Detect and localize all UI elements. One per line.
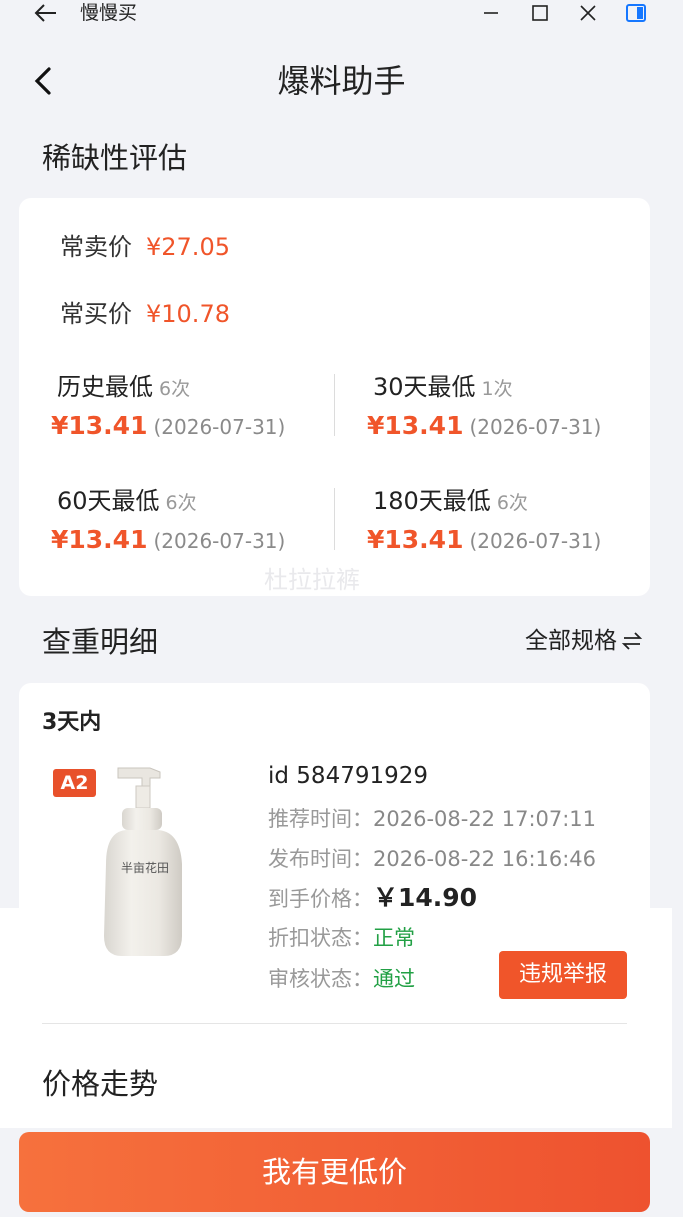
stat-count: 6次: [159, 378, 191, 400]
usual-buy-price-row: 常买价 ¥10.78: [60, 298, 230, 330]
stat-30day-low: 30天最低 1次: [373, 372, 513, 402]
stat-name: 30天最低: [373, 373, 476, 401]
discount-status-label: 折扣状态：: [268, 926, 373, 950]
stat-price: ¥13.41: [367, 411, 464, 440]
product-brand-label: 半亩花田: [120, 861, 169, 875]
stat-60day-low-price: ¥13.41 (2026-07-31): [51, 523, 285, 557]
minimize-icon: [484, 12, 498, 14]
window-back-button[interactable]: [34, 0, 58, 26]
stat-180day-low: 180天最低 6次: [373, 486, 528, 516]
sidebar-toggle-button[interactable]: [621, 0, 651, 26]
stat-30day-low-price: ¥13.41 (2026-07-31): [367, 409, 601, 443]
stat-180day-low-price: ¥13.41 (2026-07-31): [367, 523, 601, 557]
usual-sell-label: 常卖价: [60, 233, 132, 261]
arrow-left-icon: [34, 4, 56, 22]
stat-price: ¥13.41: [51, 411, 148, 440]
minimize-button[interactable]: [476, 0, 506, 26]
review-status-label: 审核状态：: [268, 967, 373, 991]
stat-name: 历史最低: [57, 373, 153, 401]
stat-name: 180天最低: [373, 487, 491, 515]
stat-date: (2026-07-31): [469, 415, 602, 439]
stat-divider: [334, 488, 335, 550]
publish-time-row: 发布时间：2026-08-22 16:16:46: [268, 845, 596, 873]
all-spec-button[interactable]: 全部规格: [525, 626, 643, 656]
publish-time-label: 发布时间：: [268, 847, 373, 871]
page-title: 爆料助手: [277, 62, 406, 100]
discount-status-row: 折扣状态：正常: [268, 924, 415, 952]
stat-divider: [334, 374, 335, 436]
stat-count: 6次: [165, 492, 197, 514]
section-divider: [42, 1023, 627, 1024]
nav-bar: 爆料助手: [0, 50, 683, 112]
stat-60day-low: 60天最低 6次: [57, 486, 197, 516]
discount-status-value: 正常: [373, 926, 415, 950]
price-trend-title: 价格走势: [42, 1067, 159, 1101]
maximize-icon: [532, 5, 548, 21]
lower-price-button[interactable]: 我有更低价: [19, 1132, 650, 1212]
grade-badge: A2: [53, 769, 96, 797]
stat-date: (2026-07-31): [469, 529, 602, 553]
report-violation-button[interactable]: 违规举报: [499, 951, 627, 999]
usual-sell-value: ¥27.05: [146, 233, 230, 261]
usual-buy-value: ¥10.78: [146, 300, 230, 328]
final-price-label: 到手价格：: [268, 887, 373, 911]
period-label: 3天内: [42, 710, 102, 735]
stat-price: ¥13.41: [367, 525, 464, 554]
publish-time-value: 2026-08-22 16:16:46: [373, 847, 597, 871]
sidebar-panel-icon: [626, 4, 646, 22]
window-title: 慢慢买: [80, 2, 138, 24]
stat-history-low: 历史最低 6次: [57, 372, 190, 402]
scarcity-section-title: 稀缺性评估: [42, 141, 188, 175]
close-icon: [580, 5, 596, 21]
product-image[interactable]: 半亩花田: [98, 764, 188, 960]
stat-count: 6次: [496, 492, 528, 514]
watermark-text: 杜拉拉裤: [264, 566, 360, 594]
recommend-time-label: 推荐时间：: [268, 807, 373, 831]
review-status-row: 审核状态：通过: [268, 965, 415, 993]
stat-history-low-price: ¥13.41 (2026-07-31): [51, 409, 285, 443]
stat-name: 60天最低: [57, 487, 160, 515]
review-status-value: 通过: [373, 967, 415, 991]
usual-buy-label: 常买价: [60, 300, 132, 328]
duplicate-section-title: 查重明细: [42, 625, 159, 659]
stat-date: (2026-07-31): [153, 529, 286, 553]
final-price-value: ￥14.90: [373, 883, 478, 912]
all-spec-label: 全部规格: [525, 628, 617, 654]
stat-count: 1次: [481, 378, 513, 400]
usual-sell-price-row: 常卖价 ¥27.05: [60, 231, 230, 263]
recommend-time-value: 2026-08-22 17:07:11: [373, 807, 597, 831]
item-id: id 584791929: [268, 763, 429, 789]
maximize-button[interactable]: [525, 0, 555, 26]
swap-arrows-icon: [621, 632, 643, 650]
stat-date: (2026-07-31): [153, 415, 286, 439]
stat-price: ¥13.41: [51, 525, 148, 554]
window-titlebar: 慢慢买: [0, 0, 683, 40]
recommend-time-row: 推荐时间：2026-08-22 17:07:11: [268, 805, 596, 833]
close-button[interactable]: [573, 0, 603, 26]
final-price-row: 到手价格：￥14.90: [268, 884, 477, 913]
